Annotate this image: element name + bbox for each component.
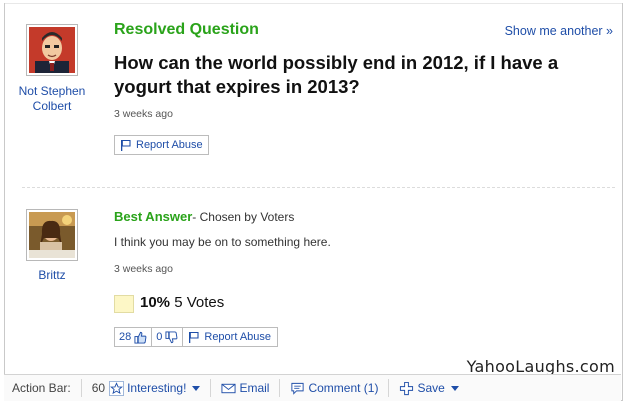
vote-percent: 10% <box>140 294 171 311</box>
best-answer-label: Best Answer <box>114 209 193 224</box>
answer-report-abuse-button[interactable]: Report Abuse <box>183 327 279 347</box>
user-photo-icon <box>29 212 75 258</box>
action-bar-label-text: Action Bar: <box>12 381 71 395</box>
thumbs-down-icon <box>165 330 178 343</box>
colbert-cartoon-icon <box>29 27 75 73</box>
report-abuse-button[interactable]: Report Abuse <box>114 135 209 155</box>
best-answer-heading: Best Answer - Chosen by Voters <box>114 209 294 224</box>
flag-icon <box>189 331 199 343</box>
action-bar-label: Action Bar: <box>4 379 81 397</box>
plus-icon <box>400 381 414 395</box>
report-abuse-label: Report Abuse <box>136 139 203 151</box>
comment-label: Comment (1) <box>308 381 379 395</box>
envelope-icon <box>221 383 236 393</box>
email-label: Email <box>239 381 270 395</box>
comment-button[interactable]: Comment (1) <box>279 379 388 397</box>
vote-meter <box>114 295 134 313</box>
save-button[interactable]: Save <box>388 379 468 397</box>
comment-bubble-icon <box>291 382 305 395</box>
question-text: How can the world possibly end in 2012, … <box>114 52 559 97</box>
star-icon <box>109 380 125 396</box>
chosen-by-label: - Chosen by Voters <box>192 210 295 224</box>
answerer-name[interactable]: Brittz <box>12 268 92 283</box>
show-another-link[interactable]: Show me another » <box>505 24 613 38</box>
section-divider <box>22 187 615 188</box>
asker-name[interactable]: Not Stephen Colbert <box>12 84 92 114</box>
answerer-avatar[interactable] <box>26 209 78 261</box>
action-bar: Action Bar: 60 Interesting! Email Commen… <box>4 374 621 401</box>
chevron-down-icon <box>192 385 201 391</box>
thumbs-up-button[interactable]: 28 <box>114 327 153 347</box>
thumbs-up-count: 28 <box>119 331 132 343</box>
email-button[interactable]: Email <box>210 379 279 397</box>
resolved-question-heading: Resolved Question <box>114 21 259 38</box>
question-timestamp: 3 weeks ago <box>114 108 173 120</box>
interesting-label: Interesting! <box>127 381 187 395</box>
vote-summary: 10% 5 Votes <box>140 294 224 311</box>
flag-icon <box>121 139 131 151</box>
thumbs-up-icon <box>134 331 147 344</box>
interesting-button[interactable]: 60 Interesting! <box>80 379 211 397</box>
answer-text: I think you may be on to something here. <box>114 235 331 249</box>
answer-timestamp: 3 weeks ago <box>114 263 173 275</box>
vote-count: 5 Votes <box>174 294 225 311</box>
thumbs-down-button[interactable]: 0 <box>152 327 184 347</box>
rating-controls: 28 0 Report Abuse <box>114 327 279 347</box>
save-label: Save <box>417 381 445 395</box>
chevron-down-icon <box>450 385 459 391</box>
asker-avatar[interactable] <box>26 24 78 76</box>
answer-report-abuse-label: Report Abuse <box>204 331 272 343</box>
thumbs-down-count: 0 <box>156 331 163 343</box>
interesting-count: 60 <box>91 381 106 395</box>
